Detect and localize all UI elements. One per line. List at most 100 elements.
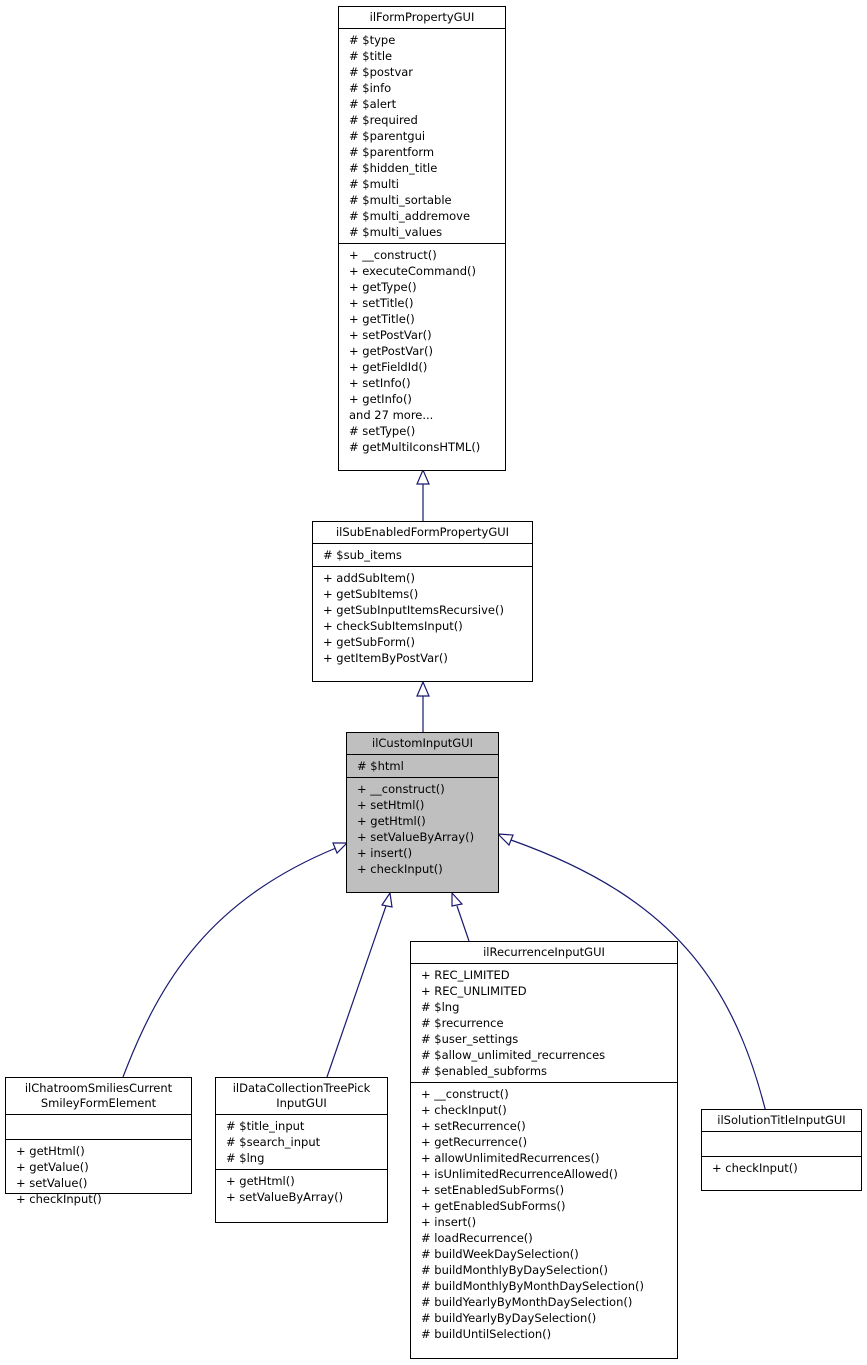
edge-recurrence-to-custom <box>456 905 470 942</box>
attribute-item[interactable]: # $postvar <box>349 64 501 80</box>
method-item[interactable]: + getValue() <box>16 1159 187 1175</box>
method-item[interactable]: + setInfo() <box>349 375 501 391</box>
attribute-item[interactable]: # $lng <box>226 1150 383 1166</box>
class-title: ilCustomInputGUI <box>347 733 498 755</box>
attribute-item[interactable]: # $enabled_subforms <box>421 1063 673 1079</box>
method-item[interactable]: + checkInput() <box>357 861 494 877</box>
method-item[interactable]: + getSubForm() <box>323 634 528 650</box>
method-item[interactable]: + setEnabledSubForms() <box>421 1182 673 1198</box>
method-item[interactable]: + insert() <box>357 845 494 861</box>
attribute-item[interactable]: # $multi_addremove <box>349 208 501 224</box>
attribute-item[interactable]: # $required <box>349 112 501 128</box>
attribute-item[interactable]: # $html <box>357 758 494 774</box>
method-item[interactable]: # buildWeekDaySelection() <box>421 1246 673 1262</box>
method-item[interactable]: + checkInput() <box>421 1102 673 1118</box>
more-members-link[interactable]: and 27 more... <box>349 407 501 423</box>
attribute-item[interactable]: # $allow_unlimited_recurrences <box>421 1047 673 1063</box>
attribute-item[interactable]: # $sub_items <box>323 547 528 563</box>
method-item[interactable]: + checkInput() <box>712 1160 857 1176</box>
edge-datacollection-to-custom <box>326 905 387 1078</box>
attribute-item[interactable]: # $multi_values <box>349 224 501 240</box>
method-item[interactable]: + getHtml() <box>357 813 494 829</box>
method-item[interactable]: # buildMonthlyByDaySelection() <box>421 1262 673 1278</box>
method-item[interactable]: + insert() <box>421 1214 673 1230</box>
inherit-arrow-custom-bottom-right <box>451 891 464 907</box>
method-item[interactable]: # setType() <box>349 423 501 439</box>
method-item[interactable]: + getSubItems() <box>323 586 528 602</box>
method-item[interactable]: + getSubInputItemsRecursive() <box>323 602 528 618</box>
method-item[interactable]: + getType() <box>349 279 501 295</box>
method-item[interactable]: + getInfo() <box>349 391 501 407</box>
method-item[interactable]: + __construct() <box>357 781 494 797</box>
class-ildatacollectiontreepickinputgui[interactable]: ilDataCollectionTreePick InputGUI # $tit… <box>215 1077 388 1223</box>
method-item[interactable]: + isUnlimitedRecurrenceAllowed() <box>421 1166 673 1182</box>
method-item[interactable]: + setRecurrence() <box>421 1118 673 1134</box>
method-item[interactable]: + getFieldId() <box>349 359 501 375</box>
attributes-section: + REC_LIMITED + REC_UNLIMITED # $lng # $rec… <box>411 964 677 1083</box>
attribute-item[interactable]: # $alert <box>349 96 501 112</box>
attributes-section: # $sub_items <box>313 544 532 567</box>
attribute-item[interactable]: # $hidden_title <box>349 160 501 176</box>
method-item[interactable]: + __construct() <box>349 247 501 263</box>
attributes-section: # $title_input # $search_input # $lng <box>216 1115 387 1170</box>
method-item[interactable]: + getPostVar() <box>349 343 501 359</box>
attribute-item[interactable]: + REC_UNLIMITED <box>421 983 673 999</box>
method-item[interactable]: + setTitle() <box>349 295 501 311</box>
method-item[interactable]: + setPostVar() <box>349 327 501 343</box>
method-item[interactable]: + checkSubItemsInput() <box>323 618 528 634</box>
method-item[interactable]: + addSubItem() <box>323 570 528 586</box>
class-title-line-2: InputGUI <box>276 1096 327 1110</box>
attribute-item[interactable]: # $title_input <box>226 1118 383 1134</box>
class-ilcustominputgui[interactable]: ilCustomInputGUI # $html + __construct()… <box>346 732 499 893</box>
class-title-line-1: ilChatroomSmiliesCurrent <box>24 1081 173 1095</box>
methods-section: + getHtml() + getValue() + setValue() + che… <box>6 1140 191 1210</box>
method-item[interactable]: # getMultiIconsHTML() <box>349 439 501 455</box>
attribute-item[interactable]: # $multi <box>349 176 501 192</box>
class-ilchatroomsmiliescurrentsmileyformelement[interactable]: ilChatroomSmiliesCurrent SmileyFormEleme… <box>5 1077 192 1206</box>
methods-section: + __construct() + checkInput() + setRecurr… <box>411 1083 677 1345</box>
methods-section: + __construct() + setHtml() + getHtml() + s… <box>347 778 498 880</box>
method-item[interactable]: # buildYearlyByMonthDaySelection() <box>421 1294 673 1310</box>
attributes-section <box>6 1115 191 1140</box>
method-item[interactable]: + __construct() <box>421 1086 673 1102</box>
method-item[interactable]: + getTitle() <box>349 311 501 327</box>
attribute-item[interactable]: # $multi_sortable <box>349 192 501 208</box>
attribute-item[interactable]: # $parentform <box>349 144 501 160</box>
attribute-item[interactable]: # $title <box>349 48 501 64</box>
method-item[interactable]: # buildUntilSelection() <box>421 1326 673 1342</box>
method-item[interactable]: + getHtml() <box>16 1143 187 1159</box>
method-item[interactable]: + setHtml() <box>357 797 494 813</box>
method-item[interactable]: + getHtml() <box>226 1173 383 1189</box>
class-ilformpropertygui[interactable]: ilFormPropertyGUI # $type # $title # $post… <box>338 6 506 471</box>
methods-section: + getHtml() + setValueByArray() <box>216 1170 387 1208</box>
class-ilrecurrenceinputgui[interactable]: ilRecurrenceInputGUI + REC_LIMITED + REC_… <box>410 941 678 1359</box>
attributes-section: # $type # $title # $postvar # $info # $alert… <box>339 29 505 244</box>
attribute-item[interactable]: + REC_LIMITED <box>421 967 673 983</box>
method-item[interactable]: + getItemByPostVar() <box>323 650 528 666</box>
attribute-item[interactable]: # $search_input <box>226 1134 383 1150</box>
method-item[interactable]: # buildMonthlyByMonthDaySelection() <box>421 1278 673 1294</box>
attributes-section <box>702 1132 861 1157</box>
method-item[interactable]: # loadRecurrence() <box>421 1230 673 1246</box>
method-item[interactable]: + executeCommand() <box>349 263 501 279</box>
inherit-arrow-subenabled <box>416 680 430 697</box>
method-item[interactable]: + setValueByArray() <box>226 1189 383 1205</box>
class-title: ilSolutionTitleInputGUI <box>702 1110 861 1132</box>
attribute-item[interactable]: # $user_settings <box>421 1031 673 1047</box>
attribute-item[interactable]: # $type <box>349 32 501 48</box>
attribute-item[interactable]: # $recurrence <box>421 1015 673 1031</box>
method-item[interactable]: + getRecurrence() <box>421 1134 673 1150</box>
method-item[interactable]: + getEnabledSubForms() <box>421 1198 673 1214</box>
methods-section: + __construct() + executeCommand() + getTy… <box>339 244 505 458</box>
method-item[interactable]: # buildYearlyByDaySelection() <box>421 1310 673 1326</box>
attribute-item[interactable]: # $info <box>349 80 501 96</box>
method-item[interactable]: + setValueByArray() <box>357 829 494 845</box>
class-ilsolutiontitleinputgui[interactable]: ilSolutionTitleInputGUI + checkInput() <box>701 1109 862 1191</box>
method-item[interactable]: + checkInput() <box>16 1191 187 1207</box>
attribute-item[interactable]: # $parentgui <box>349 128 501 144</box>
attribute-item[interactable]: # $lng <box>421 999 673 1015</box>
method-item[interactable]: + setValue() <box>16 1175 187 1191</box>
method-item[interactable]: + allowUnlimitedRecurrences() <box>421 1150 673 1166</box>
edge-chatroom-to-custom <box>122 847 337 1078</box>
class-ilsubenabledformpropertygui[interactable]: ilSubEnabledFormPropertyGUI # $sub_items… <box>312 521 533 682</box>
